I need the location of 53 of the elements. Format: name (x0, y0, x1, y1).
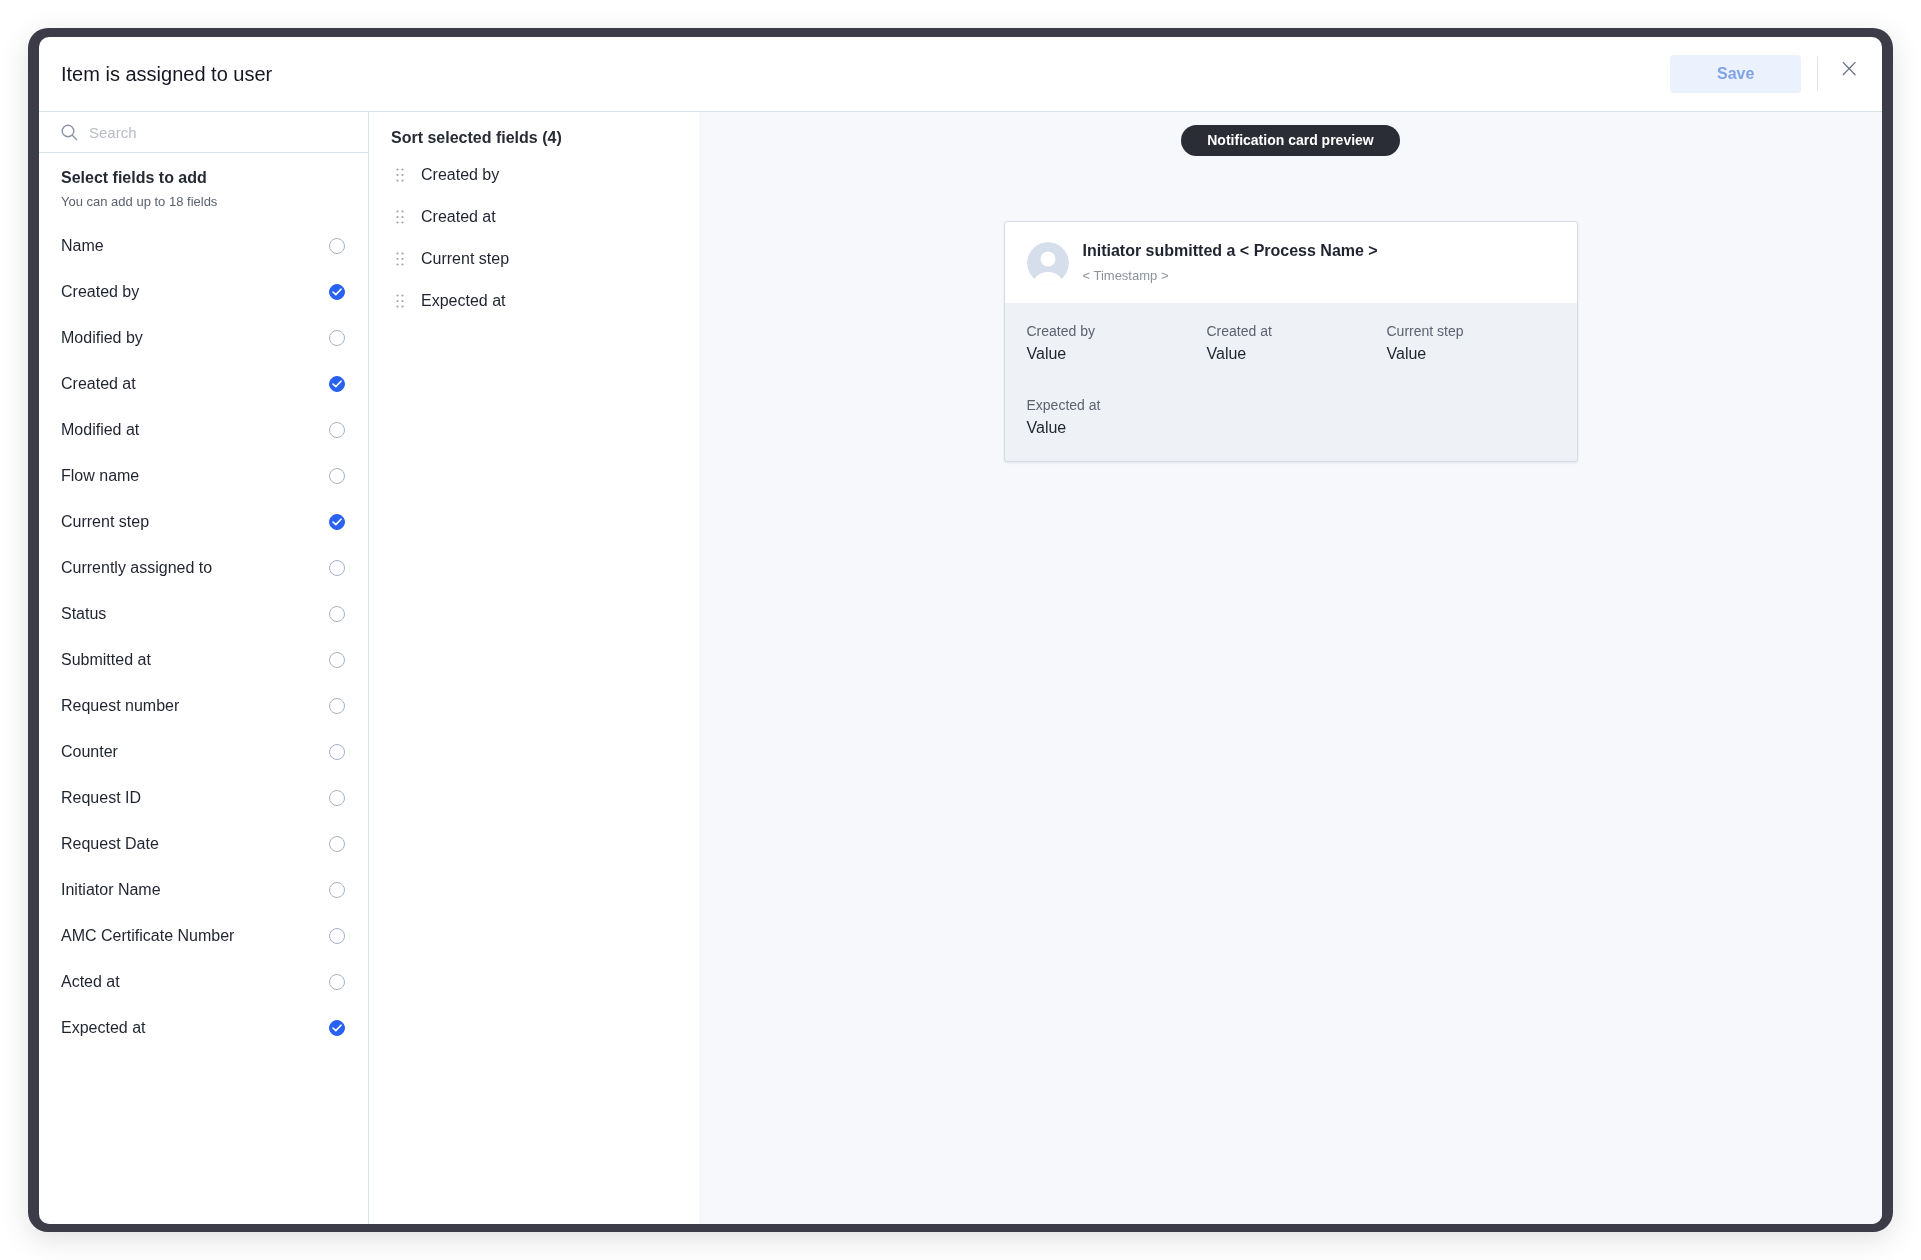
field-label: Modified by (61, 329, 143, 347)
field-label: Expected at (61, 1019, 146, 1037)
field-label: Request number (61, 697, 180, 715)
field-value: Value (1206, 345, 1248, 363)
checked-radio[interactable] (329, 284, 345, 300)
field-label: Current step (1386, 323, 1465, 339)
section-subtitle: You can add up to 18 fields (61, 194, 219, 209)
avatar-icon (1026, 241, 1069, 284)
field-label: Initiator Name (61, 881, 161, 899)
drag-handle-icon[interactable] (396, 168, 404, 182)
field-value: Value (1026, 419, 1068, 437)
field-label: Created by (1026, 323, 1096, 339)
section-heading: Sort selected fields (4) (390, 128, 563, 148)
check-icon (332, 288, 342, 296)
field-label: Flow name (61, 467, 140, 485)
drag-handle-icon[interactable] (396, 252, 404, 266)
field-label: Submitted at (61, 651, 151, 669)
field-value: Value (1386, 345, 1428, 363)
field-label: Counter (61, 743, 118, 761)
check-icon (332, 380, 342, 388)
field-label: Request Date (61, 835, 159, 853)
search-icon (61, 123, 78, 141)
field-label: Modified at (61, 421, 140, 439)
drag-handle-icon[interactable] (396, 210, 404, 224)
checked-radio[interactable] (329, 514, 345, 530)
field-label: Expected at (1026, 397, 1102, 413)
field-label: AMC Certificate Number (61, 927, 235, 945)
drag-handle-icon[interactable] (396, 294, 404, 308)
field-label: Acted at (61, 973, 120, 991)
section-heading: Select fields to add (61, 169, 208, 187)
field-label: Created at (1206, 323, 1273, 339)
card-title: Initiator submitted a < Process Name > (1082, 242, 1378, 260)
field-value: Value (1026, 345, 1068, 363)
check-icon (332, 1024, 342, 1032)
search-field[interactable]: Search (87, 122, 346, 142)
field-label: Created by (61, 283, 140, 301)
preview-badge: Notification card preview (1181, 125, 1400, 156)
close-button[interactable]: × (1834, 55, 1864, 81)
checked-radio[interactable] (329, 1020, 345, 1036)
field-label: Name (61, 237, 104, 255)
field-label: Current step (61, 513, 150, 531)
field-label: Status (61, 605, 107, 623)
card-timestamp: < Timestamp > (1082, 268, 1170, 283)
dialog-title: Item is assigned to user (61, 62, 273, 86)
sort-item-label: Created by (421, 166, 500, 184)
check-icon (332, 518, 342, 526)
sort-item-label: Created at (421, 208, 496, 226)
sort-item-label: Current step (421, 250, 510, 268)
checked-radio[interactable] (329, 376, 345, 392)
field-label: Request ID (61, 789, 142, 807)
sort-item-label: Expected at (421, 292, 506, 310)
field-label: Currently assigned to (61, 559, 213, 577)
field-label: Created at (61, 375, 136, 393)
